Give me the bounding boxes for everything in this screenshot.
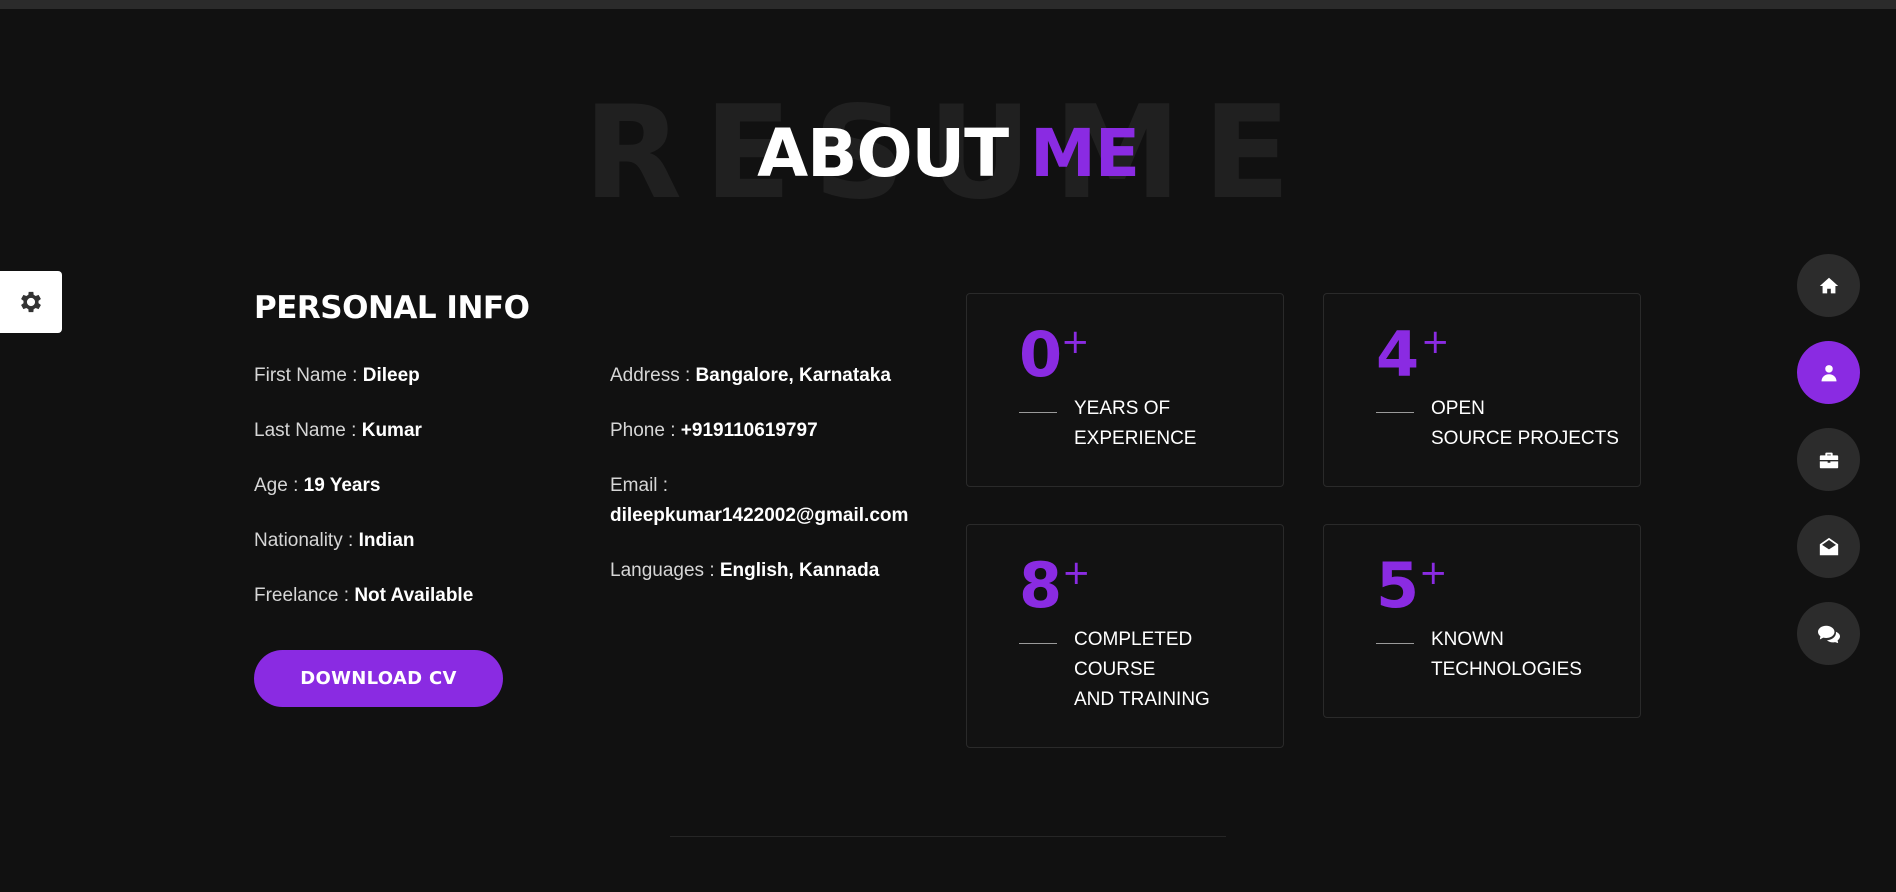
nav-about-button[interactable] xyxy=(1797,341,1860,404)
stat-label: KNOWN TECHNOLOGIES xyxy=(1431,629,1582,680)
stat-divider xyxy=(1019,643,1057,644)
info-label: Phone : xyxy=(610,420,676,441)
info-label: Languages : xyxy=(610,560,715,581)
stat-number: 5 xyxy=(1376,549,1420,622)
stat-divider xyxy=(1376,643,1414,644)
nav-home-button[interactable] xyxy=(1797,254,1860,317)
info-value: 19 Years xyxy=(303,475,381,496)
browser-top-strip xyxy=(0,0,1896,9)
info-age: Age : 19 Years xyxy=(254,471,594,501)
info-label: Last Name : xyxy=(254,420,357,441)
info-label: Address : xyxy=(610,365,691,386)
nav-contact-button[interactable] xyxy=(1797,515,1860,578)
info-phone: Phone : +919110619797 xyxy=(610,416,940,446)
info-value: Indian xyxy=(358,530,415,551)
stat-card-courses: 8 + COMPLETED COURSE AND TRAINING xyxy=(966,524,1284,748)
settings-button[interactable] xyxy=(0,271,62,333)
info-value: Dileep xyxy=(362,365,420,386)
stat-plus: + xyxy=(1419,553,1448,593)
stat-card-projects: 4 + OPEN SOURCE PROJECTS xyxy=(1323,293,1641,487)
section-title-foreground: ABOUT ME xyxy=(0,114,1896,194)
user-icon xyxy=(1821,364,1836,381)
gear-icon xyxy=(21,291,41,313)
info-label: Freelance : xyxy=(254,585,350,606)
section-title: RESUME ABOUT ME xyxy=(0,80,1896,224)
envelope-open-icon xyxy=(1819,537,1838,555)
stat-label: OPEN SOURCE PROJECTS xyxy=(1431,398,1619,449)
stat-number: 4 xyxy=(1376,318,1420,391)
info-value: English, Kannada xyxy=(719,560,880,581)
info-address: Address : Bangalore, Karnataka xyxy=(610,361,940,391)
info-label: Nationality : xyxy=(254,530,354,551)
title-about: ABOUT xyxy=(757,115,1009,192)
info-freelance: Freelance : Not Available xyxy=(254,581,594,611)
info-label: First Name : xyxy=(254,365,358,386)
info-label: Age : xyxy=(254,475,299,496)
home-icon xyxy=(1819,277,1838,293)
info-value: Bangalore, Karnataka xyxy=(695,365,891,386)
side-navigation xyxy=(1797,254,1860,689)
stat-plus: + xyxy=(1061,322,1090,362)
stat-divider xyxy=(1376,412,1414,413)
info-languages: Languages : English, Kannada xyxy=(610,556,940,586)
nav-blog-button[interactable] xyxy=(1797,602,1860,665)
stat-label: YEARS OF EXPERIENCE xyxy=(1074,398,1197,449)
stat-label: COMPLETED COURSE AND TRAINING xyxy=(1074,629,1210,710)
stat-number: 0 xyxy=(1019,318,1063,391)
comments-icon xyxy=(1817,625,1840,643)
info-value: Kumar xyxy=(361,420,422,441)
info-label: Email : xyxy=(610,475,669,496)
personal-info-heading: PERSONAL INFO xyxy=(254,290,530,326)
info-last-name: Last Name : Kumar xyxy=(254,416,594,446)
stat-number: 8 xyxy=(1019,549,1063,622)
stat-divider xyxy=(1019,412,1057,413)
info-value: dileepkumar1422002@gmail.com xyxy=(610,505,909,526)
info-email: Email : dileepkumar1422002@gmail.com xyxy=(610,471,940,531)
info-first-name: First Name : Dileep xyxy=(254,361,594,391)
stat-plus: + xyxy=(1421,322,1450,362)
briefcase-icon xyxy=(1819,452,1838,468)
stat-card-technologies: 5 + KNOWN TECHNOLOGIES xyxy=(1323,524,1641,718)
section-divider xyxy=(670,836,1226,837)
personal-info-left: First Name : Dileep Last Name : Kumar Ag… xyxy=(254,361,594,636)
download-cv-button[interactable]: DOWNLOAD CV xyxy=(254,650,503,707)
info-value: Not Available xyxy=(354,585,474,606)
title-me: ME xyxy=(1030,115,1140,192)
personal-info-right: Address : Bangalore, Karnataka Phone : +… xyxy=(610,361,940,611)
nav-portfolio-button[interactable] xyxy=(1797,428,1860,491)
stat-plus: + xyxy=(1062,553,1091,593)
info-nationality: Nationality : Indian xyxy=(254,526,594,556)
info-value: +919110619797 xyxy=(680,420,818,441)
stat-card-experience: 0 + YEARS OF EXPERIENCE xyxy=(966,293,1284,487)
